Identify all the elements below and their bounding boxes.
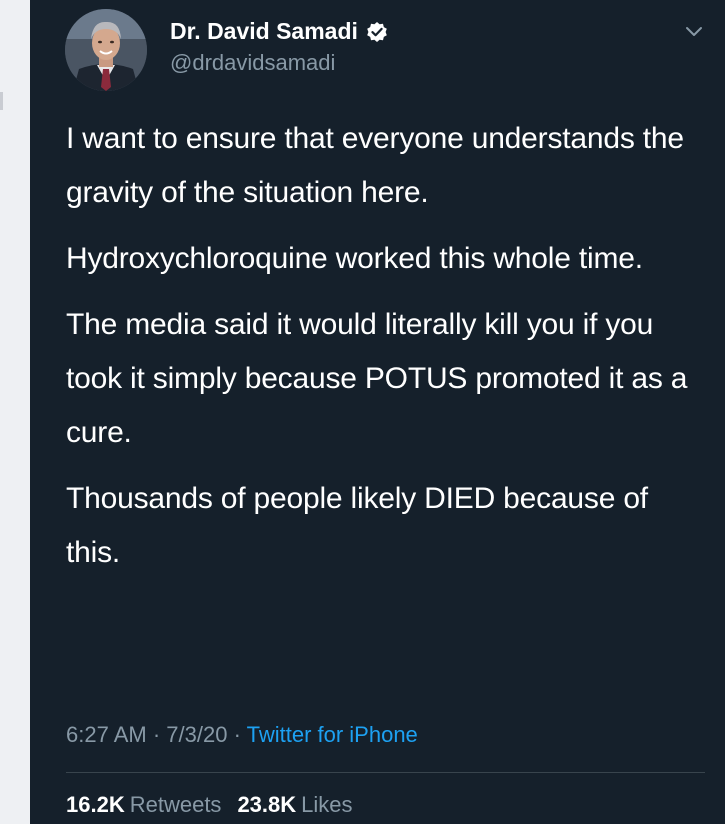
likes-stat[interactable]: 23.8K Likes [237, 792, 368, 817]
gutter-mark [0, 92, 3, 110]
meta-separator: · [227, 722, 247, 747]
avatar[interactable] [65, 9, 147, 91]
tweet-paragraph: I want to ensure that everyone understan… [66, 122, 684, 209]
chevron-down-icon[interactable] [683, 20, 705, 42]
author-display-name[interactable]: Dr. David Samadi [170, 18, 358, 45]
likes-label: Likes [301, 792, 353, 817]
page-gutter [0, 0, 30, 824]
tweet-card: Dr. David Samadi @drdavidsamadi I want t… [30, 0, 725, 824]
tweet-meta: 6:27 AM · 7/3/20 · Twitter for iPhone [66, 722, 418, 748]
tweet-stats: 16.2K Retweets 23.8K Likes [66, 792, 369, 818]
tweet-paragraph: The media said it would literally kill y… [66, 308, 688, 449]
retweets-count: 16.2K [66, 792, 125, 817]
tweet-source-link[interactable]: Twitter for iPhone [247, 722, 418, 747]
likes-count: 23.8K [237, 792, 297, 817]
divider [66, 772, 705, 773]
author-handle[interactable]: @drdavidsamadi [170, 50, 335, 76]
tweet-date[interactable]: 7/3/20 [166, 722, 227, 747]
tweet-text: I want to ensure that everyone understan… [66, 112, 706, 592]
retweets-stat[interactable]: 16.2K Retweets [66, 792, 237, 817]
tweet-paragraph: Thousands of people likely DIED because … [66, 482, 648, 569]
author-name-row: Dr. David Samadi [170, 18, 388, 45]
tweet-paragraph: Hydroxychloroquine worked this whole tim… [66, 242, 643, 275]
meta-separator: · [146, 722, 167, 747]
tweet-time[interactable]: 6:27 AM [66, 722, 147, 747]
verified-badge-icon [366, 21, 388, 43]
retweets-label: Retweets [129, 792, 222, 817]
avatar-image [65, 9, 147, 91]
